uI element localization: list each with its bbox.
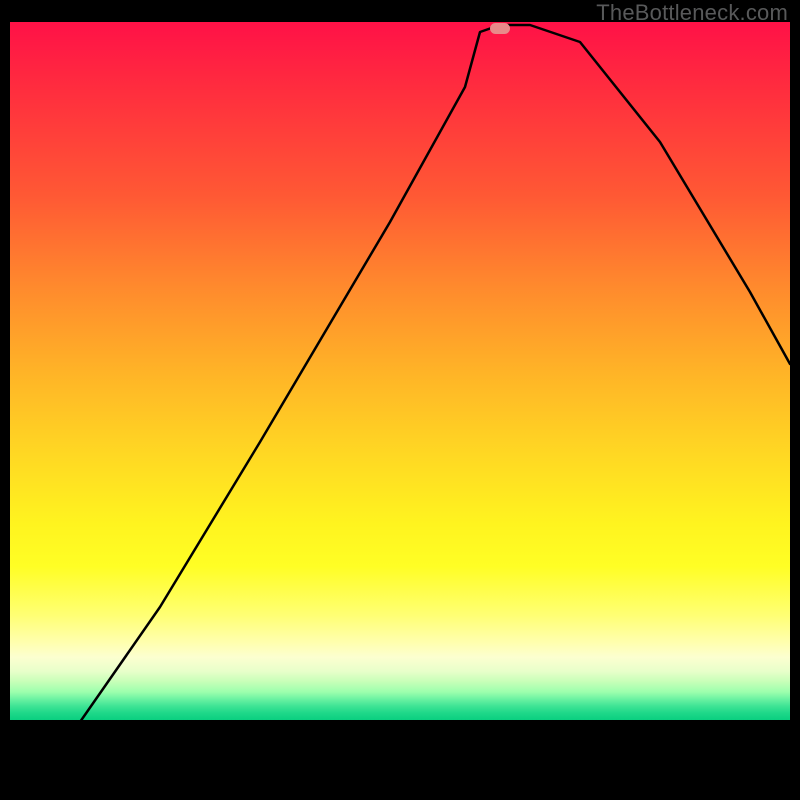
chart-frame — [10, 22, 790, 792]
watermark-text: TheBottleneck.com — [596, 0, 788, 26]
chart-curve — [10, 22, 790, 722]
optimal-point-marker — [490, 23, 510, 34]
bottleneck-line-icon — [80, 25, 790, 722]
